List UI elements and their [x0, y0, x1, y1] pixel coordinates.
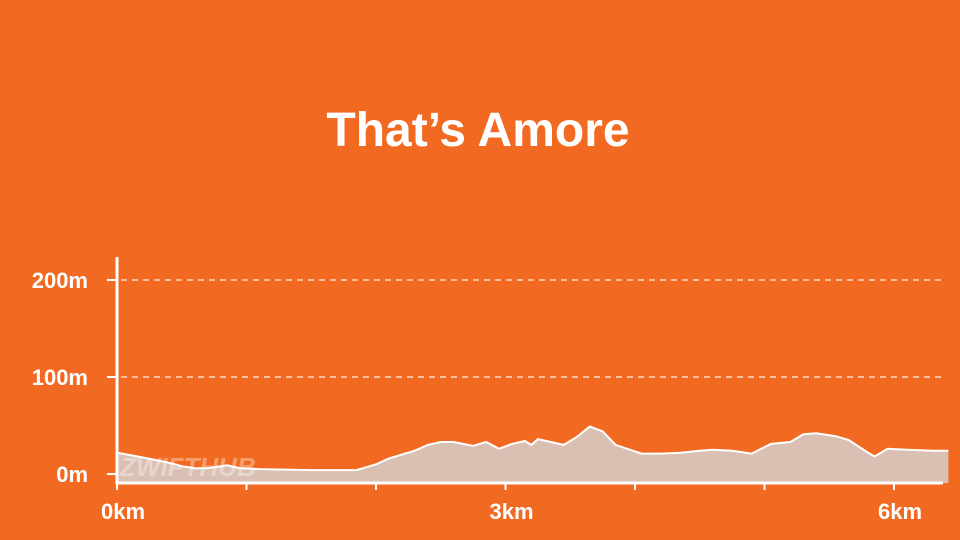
- elevation-chart: That’s Amore ZWIFTHUB 0m 100m 200m 0km 3km 6k…: [0, 0, 960, 540]
- y-tick-label: 200m: [32, 268, 88, 293]
- watermark-logo: ZWIFTHUB: [119, 452, 256, 482]
- y-tick-label: 0m: [56, 462, 88, 487]
- x-tick-label: 3km: [489, 499, 533, 524]
- chart-title: That’s Amore: [326, 104, 629, 157]
- x-tick-label: 0km: [101, 499, 145, 524]
- x-tick-label: 6km: [878, 499, 922, 524]
- y-tick-label: 100m: [32, 365, 88, 390]
